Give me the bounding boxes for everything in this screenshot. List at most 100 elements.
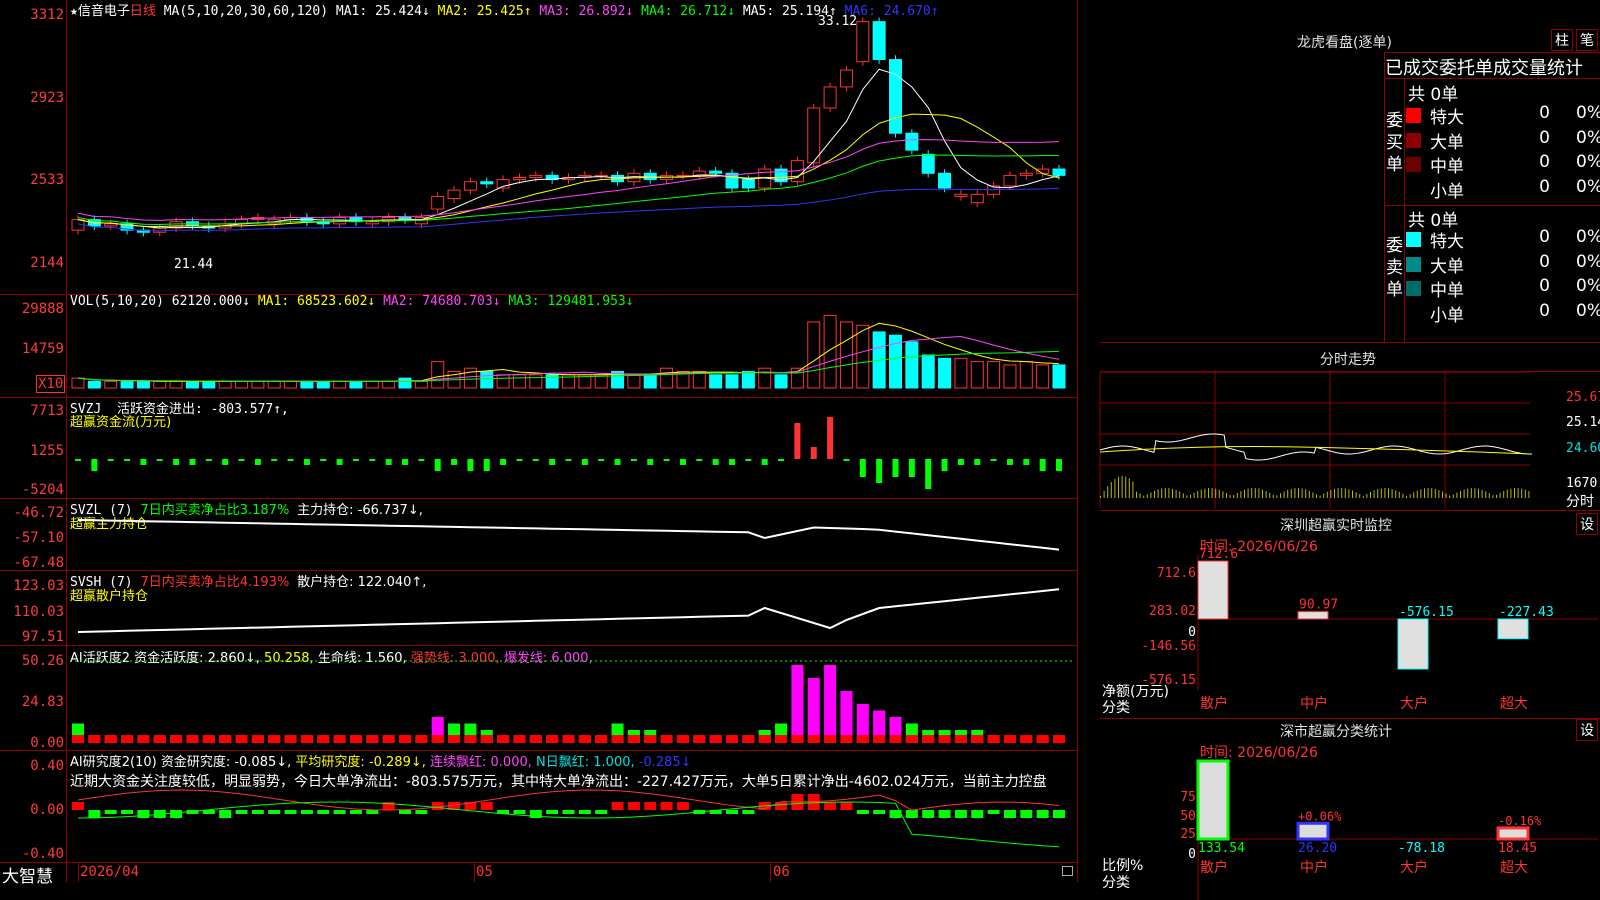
activity-base xyxy=(562,735,575,743)
volume-bar xyxy=(284,380,298,389)
longhu-title: 龙虎看盘(逐单) xyxy=(1297,35,1392,51)
fenshi-vol-bar xyxy=(1308,490,1310,498)
fenshi-vol-bar xyxy=(1247,488,1249,498)
fenshi-vol-bar xyxy=(1373,490,1375,498)
fenshi-vol-bar xyxy=(1193,492,1195,498)
fenshi-chart[interactable] xyxy=(1099,371,1600,508)
row-count: 0 xyxy=(1539,103,1550,123)
flow-bar xyxy=(303,459,310,465)
fenshi-vol-bar xyxy=(1233,494,1235,498)
research-bar xyxy=(726,810,738,814)
fenshi-vol-bar xyxy=(1359,494,1361,498)
fenshi-vol-bar xyxy=(1388,488,1389,498)
row-percent: 0% xyxy=(1576,176,1600,197)
research-bar xyxy=(676,802,689,810)
color-swatch xyxy=(1406,108,1421,123)
fenshi-vol-bar xyxy=(1467,488,1469,498)
flow-bar xyxy=(614,459,621,465)
sz-class-settings-button[interactable]: 设 xyxy=(1576,719,1598,741)
sz-monitor-settings-button[interactable]: 设 xyxy=(1576,513,1598,535)
activity-base xyxy=(529,735,542,743)
volume-bar xyxy=(627,374,641,389)
flow-bar xyxy=(483,459,490,471)
row-label: 中单 xyxy=(1430,281,1464,301)
color-swatch xyxy=(1406,132,1421,148)
research-bar xyxy=(219,810,232,818)
volume-bar xyxy=(349,380,363,389)
fenshi-vol-bar xyxy=(1409,494,1411,498)
volume-bar xyxy=(235,380,248,389)
flow-bar xyxy=(745,459,752,461)
research-bar xyxy=(235,810,248,814)
fenshi-vol-bar xyxy=(1384,488,1386,498)
fenshi-vol-bar xyxy=(1146,494,1148,498)
flow-bar xyxy=(385,459,392,465)
volume-bar xyxy=(774,374,788,389)
buy-order-row: 中单 0 0% xyxy=(1406,152,1600,177)
sz-class-axis-label: 75 xyxy=(1180,790,1196,805)
fenshi-vol-bar xyxy=(1118,476,1119,498)
fenshi-vol-bar xyxy=(1521,488,1523,498)
fenshi-vol-bar xyxy=(1269,492,1271,498)
flow-bar xyxy=(91,459,98,471)
color-swatch xyxy=(1406,232,1421,247)
red-line xyxy=(77,789,1060,811)
category-label: 大户 xyxy=(1400,695,1428,712)
fenshi-title: 分时走势 xyxy=(1320,352,1376,368)
lock-icon[interactable] xyxy=(1062,866,1073,876)
flow-bar xyxy=(336,459,343,465)
category-label: 超大 xyxy=(1500,696,1528,712)
research-bar xyxy=(170,810,183,818)
flow-bar xyxy=(205,459,212,461)
activity-base xyxy=(88,735,101,743)
candle-body xyxy=(970,193,984,204)
activity-base xyxy=(873,735,886,743)
sell-order-row: 小单 0 0% xyxy=(1406,301,1600,326)
fenshi-vol-bar xyxy=(1431,488,1433,498)
research-bar xyxy=(88,810,101,818)
flow-bar xyxy=(647,459,654,465)
research-bar xyxy=(1053,810,1065,818)
fenshi-vol-bar xyxy=(1463,489,1465,498)
tick-view-button[interactable]: 笔 xyxy=(1576,29,1598,51)
fenshi-vol-bar xyxy=(1492,495,1494,498)
row-percent: 0% xyxy=(1576,276,1600,296)
bar-view-button[interactable]: 柱 xyxy=(1551,29,1573,51)
activity-base xyxy=(104,735,117,743)
volume-bar xyxy=(725,374,739,389)
fenshi-vol-bar xyxy=(1258,488,1260,498)
buy-order-row: 特大 0 0% xyxy=(1406,103,1600,128)
date-tick xyxy=(770,862,771,882)
candle-body xyxy=(856,21,870,63)
net-bar-label: 712.6 xyxy=(1199,547,1238,562)
volume-bar xyxy=(414,380,428,389)
flow-bar xyxy=(1039,459,1046,471)
pane-divider xyxy=(0,862,1078,863)
fenshi-vol-bar xyxy=(1481,489,1483,498)
research-bar xyxy=(856,810,869,814)
net-bar-label: -576.15 xyxy=(1399,605,1454,620)
candle-body xyxy=(643,172,657,181)
activity-base xyxy=(971,735,984,743)
flow-bar xyxy=(516,459,523,461)
volume-bar xyxy=(333,380,347,389)
flow-bar xyxy=(810,447,817,459)
flow-bar xyxy=(974,459,981,465)
fenshi-vol-bar xyxy=(1287,489,1289,498)
sz-axis-label: 283.02 xyxy=(1149,604,1196,619)
candlestick-chart[interactable] xyxy=(0,0,1078,294)
flow-bar xyxy=(729,459,735,465)
activity-base xyxy=(317,735,330,743)
fenshi-vol-bar xyxy=(1283,491,1285,498)
sz-class-time: 时间: 2026/06/26 xyxy=(1200,745,1318,761)
fenshi-vol-bar xyxy=(1348,489,1350,498)
activity-base xyxy=(300,735,313,743)
flow-bar xyxy=(679,459,686,465)
flow-bar xyxy=(451,459,458,465)
volume-bar xyxy=(970,361,984,389)
volume-bar xyxy=(954,357,968,389)
fenshi-vol-bar xyxy=(1298,488,1299,498)
fenshi-vol-bar xyxy=(1528,491,1530,498)
flow-bar xyxy=(222,459,229,465)
fenshi-vol-bar xyxy=(1236,492,1238,498)
